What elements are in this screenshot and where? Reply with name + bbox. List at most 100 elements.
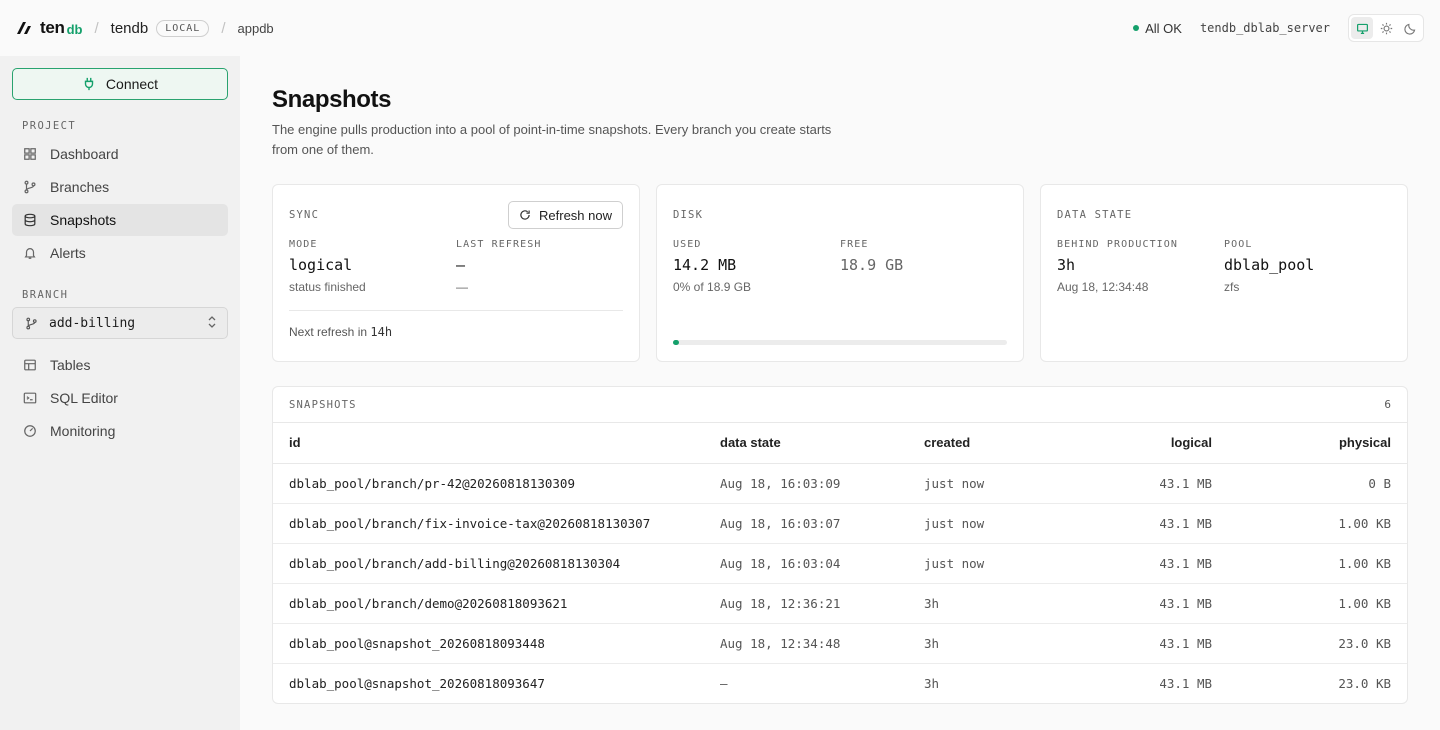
table-row[interactable]: dblab_pool/branch/demo@20260818093621 Au… — [273, 583, 1407, 624]
disk-card-label: DISK — [673, 209, 704, 221]
moon-icon[interactable] — [1399, 17, 1421, 39]
sidebar-item-dashboard[interactable]: Dashboard — [12, 138, 228, 170]
disk-usage-bar — [673, 340, 1007, 345]
snapshots-table: id data state created logical physical d… — [273, 423, 1407, 703]
snapshot-logical: 43.1 MB — [1159, 675, 1212, 691]
terminal-icon — [22, 390, 38, 406]
grid-icon — [22, 146, 38, 162]
monitor-icon[interactable] — [1351, 17, 1373, 39]
status-dot-icon — [1133, 25, 1140, 31]
column-header-logical[interactable]: logical — [1058, 423, 1228, 464]
free-label: FREE — [840, 239, 869, 250]
snapshot-physical: 1.00 KB — [1228, 543, 1407, 584]
plug-icon — [84, 77, 94, 91]
sidebar-item-sql-editor[interactable]: SQL Editor — [12, 382, 228, 414]
database-icon — [22, 212, 38, 228]
branch-selector[interactable]: add-billing — [12, 307, 228, 339]
sidebar: Connect PROJECT Dashboard Branches Snaps… — [0, 56, 240, 730]
sidebar-item-branches[interactable]: Branches — [12, 171, 228, 203]
connect-button[interactable]: Connect — [12, 68, 228, 100]
table-icon — [22, 357, 38, 373]
sidebar-item-snapshots[interactable]: Snapshots — [12, 204, 228, 236]
used-label: USED — [673, 239, 702, 250]
table-row[interactable]: dblab_pool/branch/fix-invoice-tax@202608… — [273, 503, 1407, 544]
pool-sub: zfs — [1224, 280, 1240, 294]
snapshot-logical: 43.1 MB — [1058, 543, 1228, 584]
column-header-created[interactable]: created — [908, 423, 1058, 464]
snapshot-data-state: Aug 18, 16:03:07 — [704, 503, 908, 544]
sidebar-item-label: SQL Editor — [50, 390, 118, 406]
breadcrumb-separator: / — [221, 19, 226, 37]
sun-icon[interactable] — [1375, 17, 1397, 39]
snapshot-created: 3h — [924, 675, 940, 691]
behind-production-label: BEHIND PRODUCTION — [1057, 239, 1179, 250]
main-content: Snapshots The engine pulls production in… — [240, 56, 1440, 730]
column-header-physical[interactable]: physical — [1228, 423, 1407, 464]
branch-selector-value: add-billing — [49, 315, 136, 331]
snapshot-physical: 1.00 KB — [1228, 503, 1407, 544]
breadcrumb-project[interactable]: tendb — [111, 20, 149, 37]
snapshot-id: dblab_pool/branch/fix-invoice-tax@202608… — [273, 503, 704, 544]
project-section-label: PROJECT — [22, 120, 77, 132]
page-title: Snapshots — [272, 86, 392, 113]
branch-section-label: BRANCH — [22, 289, 69, 301]
last-refresh-label: LAST REFRESH — [456, 239, 542, 250]
health-status-text: All OK — [1145, 20, 1182, 36]
snapshot-data-state: — — [720, 675, 728, 691]
sidebar-item-label: Snapshots — [50, 212, 117, 228]
snapshot-data-state: Aug 18, 16:03:09 — [704, 463, 908, 504]
environment-badge: LOCAL — [156, 19, 210, 37]
sidebar-item-tables[interactable]: Tables — [12, 349, 228, 381]
next-refresh-prefix: Next refresh in — [289, 325, 368, 339]
pool-label: POOL — [1224, 239, 1253, 250]
snapshot-id: dblab_pool/branch/pr-42@20260818130309 — [273, 463, 704, 504]
data-state-card: DATA STATE BEHIND PRODUCTION 3h Aug 18, … — [1040, 184, 1408, 362]
health-status: All OK — [1133, 21, 1182, 36]
logo-text: ten — [40, 18, 65, 37]
refresh-now-label: Refresh now — [539, 207, 612, 223]
sidebar-item-alerts[interactable]: Alerts — [12, 237, 228, 269]
refresh-now-button[interactable]: Refresh now — [508, 201, 623, 229]
table-row[interactable]: dblab_pool@snapshot_20260818093448 Aug 1… — [273, 623, 1407, 664]
free-value: 18.9 GB — [840, 256, 904, 274]
snapshot-physical: 0 B — [1228, 463, 1407, 504]
snapshot-physical: 23.0 KB — [1338, 675, 1391, 691]
sidebar-item-monitoring[interactable]: Monitoring — [12, 415, 228, 447]
breadcrumb-database[interactable]: appdb — [238, 21, 274, 36]
behind-production-sub: Aug 18, 12:34:48 — [1057, 280, 1149, 294]
server-name: tendb_dblab_server — [1199, 21, 1330, 35]
snapshot-created: just now — [908, 503, 1058, 544]
git-branch-icon — [22, 179, 38, 195]
table-row[interactable]: dblab_pool/branch/add-billing@2026081813… — [273, 543, 1407, 584]
data-state-card-label: DATA STATE — [1057, 209, 1133, 221]
used-sub: 0% of 18.9 GB — [673, 280, 752, 294]
sidebar-item-label: Alerts — [50, 245, 86, 261]
next-refresh: Next refresh in 14h — [289, 325, 623, 339]
snapshot-created: just now — [908, 543, 1058, 584]
behind-production-value: 3h — [1057, 256, 1076, 274]
snapshot-id: dblab_pool/branch/demo@20260818093621 — [273, 583, 704, 624]
snapshot-id: dblab_pool@snapshot_20260818093448 — [273, 623, 704, 664]
column-header-id[interactable]: id — [273, 423, 704, 464]
snapshot-logical: 43.1 MB — [1058, 503, 1228, 544]
sidebar-item-label: Branches — [50, 179, 110, 195]
page-description: The engine pulls production into a pool … — [272, 122, 832, 157]
disk-card: DISK USED 14.2 MB 0% of 18.9 GB FREE 18.… — [656, 184, 1024, 362]
mode-status: status finished — [289, 280, 366, 294]
bell-icon — [22, 245, 38, 261]
sync-card-label: SYNC — [289, 209, 320, 221]
table-row[interactable]: dblab_pool@snapshot_20260818093647 — 3h … — [273, 663, 1407, 703]
snapshot-logical: 43.1 MB — [1058, 463, 1228, 504]
gauge-icon — [22, 423, 38, 439]
snapshot-created: 3h — [908, 583, 1058, 624]
git-branch-icon — [23, 315, 39, 331]
logo[interactable]: ten db — [16, 18, 83, 38]
divider — [289, 310, 623, 311]
snapshots-table-card: SNAPSHOTS 6 id data state created logica… — [272, 386, 1408, 704]
snapshot-physical: 1.00 KB — [1228, 583, 1407, 624]
snapshot-data-state: Aug 18, 12:34:48 — [704, 623, 908, 664]
table-row[interactable]: dblab_pool/branch/pr-42@20260818130309 A… — [273, 463, 1407, 504]
column-header-data-state[interactable]: data state — [704, 423, 908, 464]
sidebar-item-label: Dashboard — [50, 146, 119, 162]
sync-card: SYNC Refresh now MODE logical status fin… — [272, 184, 640, 362]
